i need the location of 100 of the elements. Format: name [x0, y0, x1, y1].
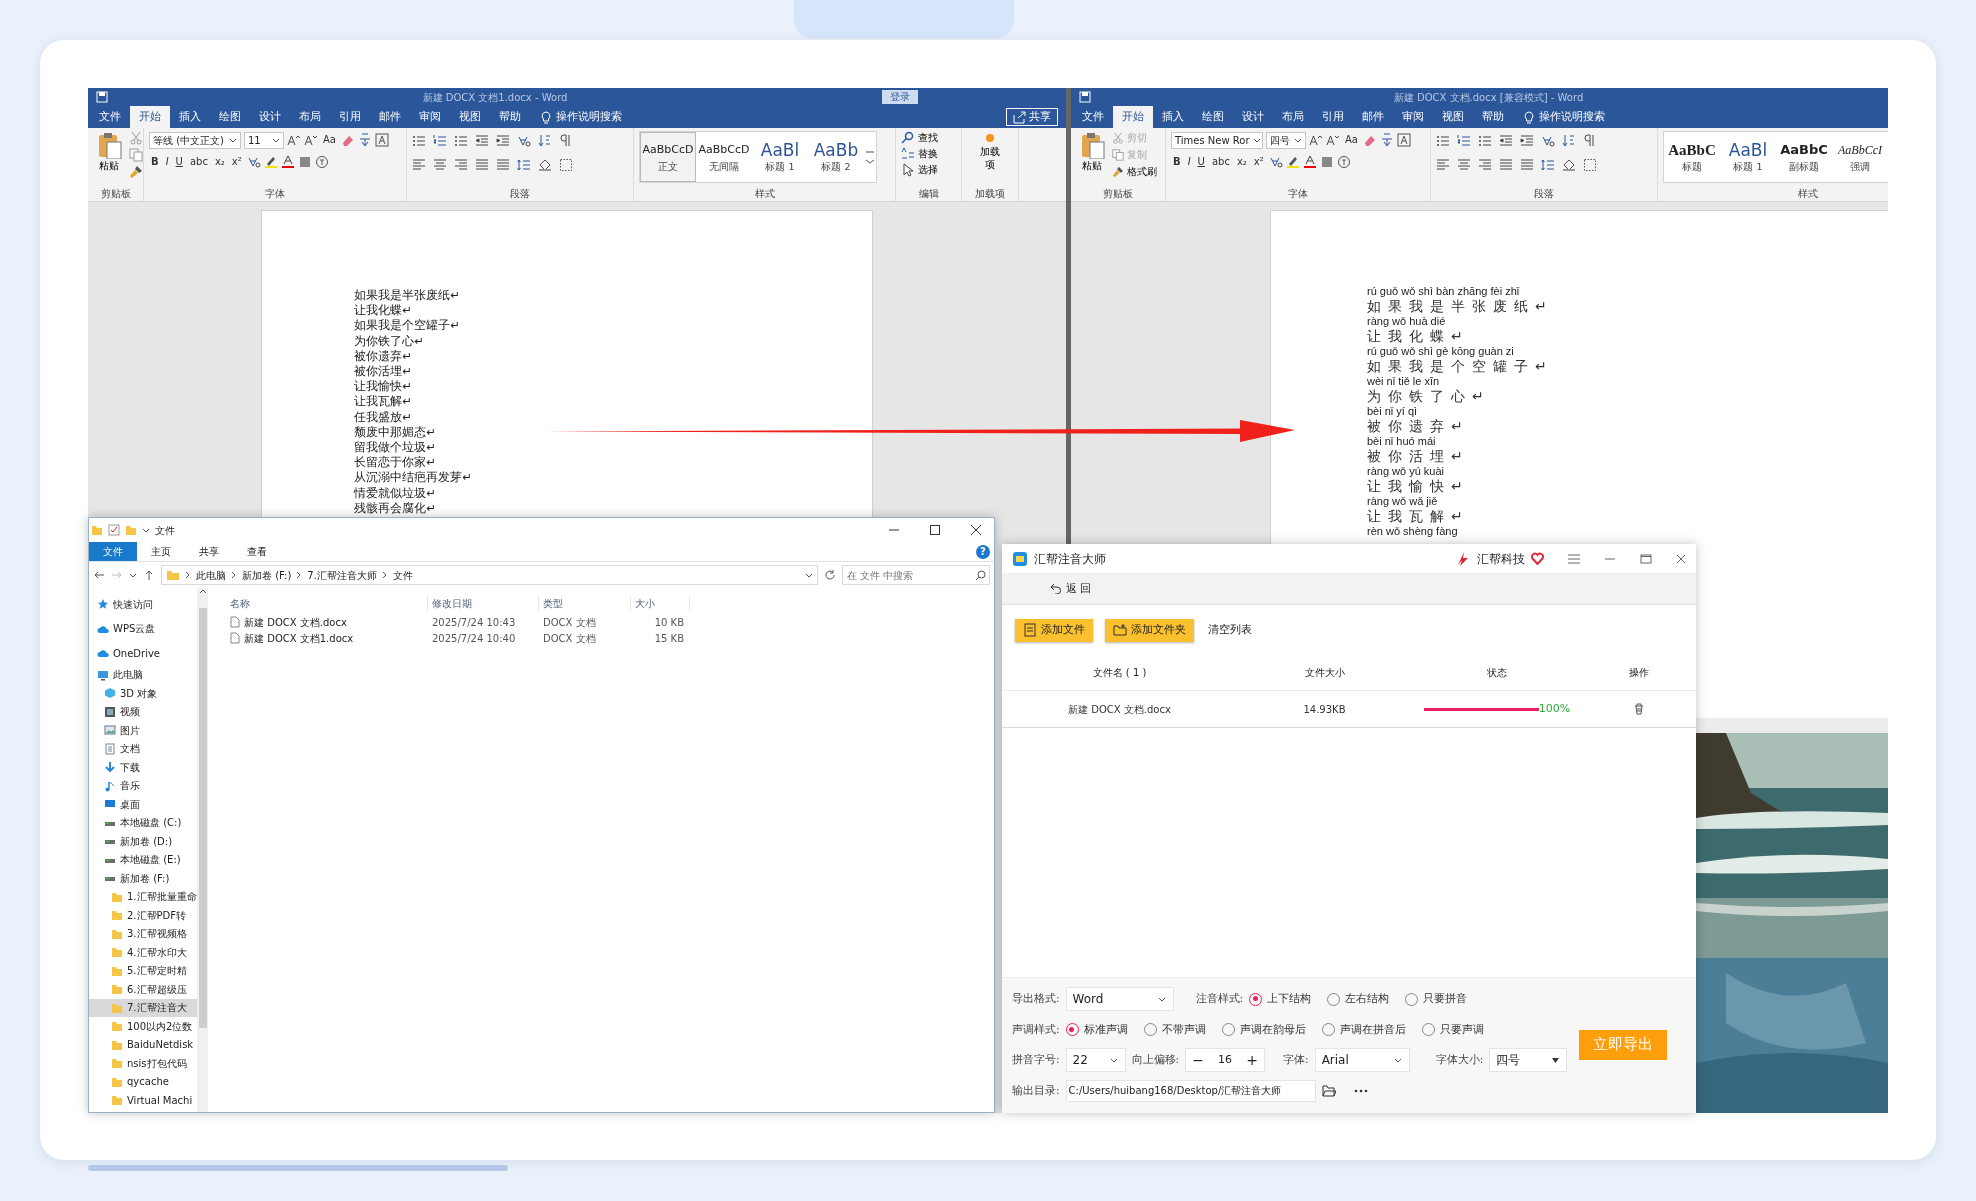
option-label[interactable]: 只要拼音	[1423, 991, 1468, 1008]
nav-item[interactable]: nsis打包代码	[89, 1054, 197, 1073]
back-arrow-icon[interactable]	[93, 569, 105, 581]
phonetic-icon[interactable]	[357, 133, 372, 147]
change-case-button[interactable]: Aa	[1343, 132, 1360, 148]
back-button[interactable]: 返 回	[1050, 580, 1092, 597]
grow-font-icon[interactable]	[1309, 133, 1323, 147]
format-button[interactable]: U	[173, 154, 185, 170]
text-effect-icon[interactable]	[246, 155, 261, 169]
save-icon[interactable]	[96, 91, 108, 103]
nav-item[interactable]: 本地磁盘 (E:)	[89, 850, 197, 869]
maximize-icon[interactable]	[1640, 553, 1652, 564]
phonetic-icon[interactable]	[1379, 133, 1394, 147]
nav-item[interactable]: 3.汇帮视频格	[89, 924, 197, 943]
ribbon-tab[interactable]: 布局	[290, 106, 330, 128]
option-label[interactable]: 左右结构	[1345, 991, 1390, 1008]
breadcrumb-link[interactable]: 文件	[392, 567, 413, 583]
justify-icon[interactable]	[1499, 157, 1513, 171]
nav-item[interactable]: 图片	[89, 721, 197, 740]
ribbon-tab[interactable]: 邮件	[370, 106, 410, 128]
ribbon-tab[interactable]: 主页	[137, 542, 185, 561]
nav-item[interactable]: 本地磁盘 (C:)	[89, 813, 197, 832]
nav-item[interactable]: 新加卷 (F:)	[89, 869, 197, 888]
justify-icon[interactable]	[475, 157, 489, 171]
shading-icon[interactable]	[1319, 155, 1334, 169]
nav-item[interactable]: 6.汇帮超级压	[89, 980, 197, 999]
paste-button[interactable]: 粘贴	[1076, 131, 1108, 187]
address-bar[interactable]: 此电脑 新加卷 (F:) 7.汇帮注音大师 文件	[161, 565, 818, 585]
nav-item[interactable]: BaiduNetdisk	[89, 1035, 197, 1054]
column-header[interactable]: 大小	[631, 595, 690, 611]
nav-item[interactable]: 3D 对象	[89, 684, 197, 703]
option-label[interactable]: 不带声调	[1161, 1021, 1206, 1038]
up-arrow-icon[interactable]	[143, 569, 155, 581]
style-option[interactable]: AaBbC 标题	[1664, 132, 1720, 182]
more-icon[interactable]	[1353, 1088, 1368, 1093]
nav-item[interactable]: 1.汇帮批量重命	[89, 887, 197, 906]
eraser-icon[interactable]	[340, 133, 355, 147]
ribbon-tab[interactable]: 查看	[233, 542, 281, 561]
tell-me-search[interactable]: 操作说明搜索	[556, 108, 622, 126]
sign-in-button[interactable]: 登录	[882, 90, 918, 104]
shading-icon[interactable]	[297, 155, 312, 169]
format-button[interactable]: I	[163, 154, 171, 170]
character-border-icon[interactable]	[374, 133, 389, 147]
align-center-icon[interactable]	[1457, 157, 1471, 171]
column-header[interactable]: 名称	[226, 595, 428, 611]
ribbon-tab[interactable]: 布局	[1273, 106, 1313, 128]
increase-indent-icon[interactable]	[496, 133, 510, 147]
clipboard-tool[interactable]: 格式刷	[1112, 165, 1157, 179]
close-icon[interactable]	[1676, 553, 1686, 564]
ribbon-tab[interactable]: 引用	[1313, 106, 1353, 128]
increase-indent-icon[interactable]	[1520, 133, 1534, 147]
close-icon[interactable]	[970, 524, 982, 536]
paste-button[interactable]: 粘贴	[93, 131, 125, 187]
decrease-indent-icon[interactable]	[1499, 133, 1513, 147]
font-color-icon[interactable]	[280, 155, 295, 169]
font-name-field[interactable]: 等线 (中文正文)	[149, 131, 241, 149]
scrollbar-thumb[interactable]	[198, 608, 207, 1028]
ribbon-tab[interactable]: 邮件	[1353, 106, 1393, 128]
style-option[interactable]: AaBbC 副标题	[1776, 132, 1832, 182]
ribbon-tab[interactable]: 帮助	[1473, 106, 1513, 128]
multilevel-list-icon[interactable]	[454, 133, 468, 147]
add-ins-button[interactable]: 加载项	[975, 131, 1005, 187]
align-left-icon[interactable]	[412, 157, 426, 171]
bullet-list-icon[interactable]	[1436, 133, 1450, 147]
numbered-list-icon[interactable]	[1457, 133, 1471, 147]
breadcrumb-link[interactable]: 7.汇帮注音大师	[307, 567, 377, 583]
highlighter-icon[interactable]	[1285, 155, 1300, 169]
clear-list-button[interactable]: 清空列表	[1206, 618, 1254, 642]
nav-item[interactable]: 桌面	[89, 795, 197, 814]
lightbulb-icon[interactable]	[1523, 110, 1535, 124]
option-label[interactable]: 声调在韵母后	[1239, 1021, 1306, 1038]
numbered-list-icon[interactable]	[433, 133, 447, 147]
line-spacing-icon[interactable]	[1541, 157, 1555, 171]
ribbon-tab[interactable]: 审阅	[1393, 106, 1433, 128]
lightbulb-icon[interactable]	[540, 110, 552, 124]
format-button[interactable]: U	[1195, 154, 1207, 170]
ribbon-tab[interactable]: 插入	[170, 106, 210, 128]
decrement-button[interactable]: −	[1186, 1050, 1211, 1071]
file-name[interactable]: 新建 DOCX 文档1.docx	[244, 630, 354, 646]
multilevel-list-icon[interactable]	[1478, 133, 1492, 147]
ribbon-tab[interactable]: 设计	[250, 106, 290, 128]
font-color-icon[interactable]	[1302, 155, 1317, 169]
font-size-dropdown[interactable]: 四号	[1489, 1048, 1568, 1073]
option-label[interactable]: 声调在拼音后	[1339, 1021, 1406, 1038]
add-button[interactable]: 添加文件	[1015, 618, 1093, 642]
ribbon-tab[interactable]: 视图	[450, 106, 490, 128]
style-option[interactable]: AaBl 标题 1	[1720, 132, 1776, 182]
distributed-icon[interactable]	[496, 157, 510, 171]
line-spacing-icon[interactable]	[517, 157, 531, 171]
ribbon-tab[interactable]: 插入	[1153, 106, 1193, 128]
style-option[interactable]: AaBb 标题 2	[808, 132, 864, 182]
maximize-icon[interactable]	[929, 524, 941, 536]
editing-button[interactable]: 替换	[901, 147, 938, 161]
distributed-icon[interactable]	[1520, 157, 1534, 171]
ribbon-tab[interactable]: 文件	[90, 106, 130, 128]
format-button[interactable]: abc	[1209, 154, 1232, 170]
decrease-indent-icon[interactable]	[475, 133, 489, 147]
pinyin-size-dropdown[interactable]: 22	[1065, 1048, 1126, 1073]
enclosed-character-icon[interactable]	[314, 155, 329, 169]
style-option[interactable]: AaBbCcD 无间隔	[696, 132, 752, 182]
